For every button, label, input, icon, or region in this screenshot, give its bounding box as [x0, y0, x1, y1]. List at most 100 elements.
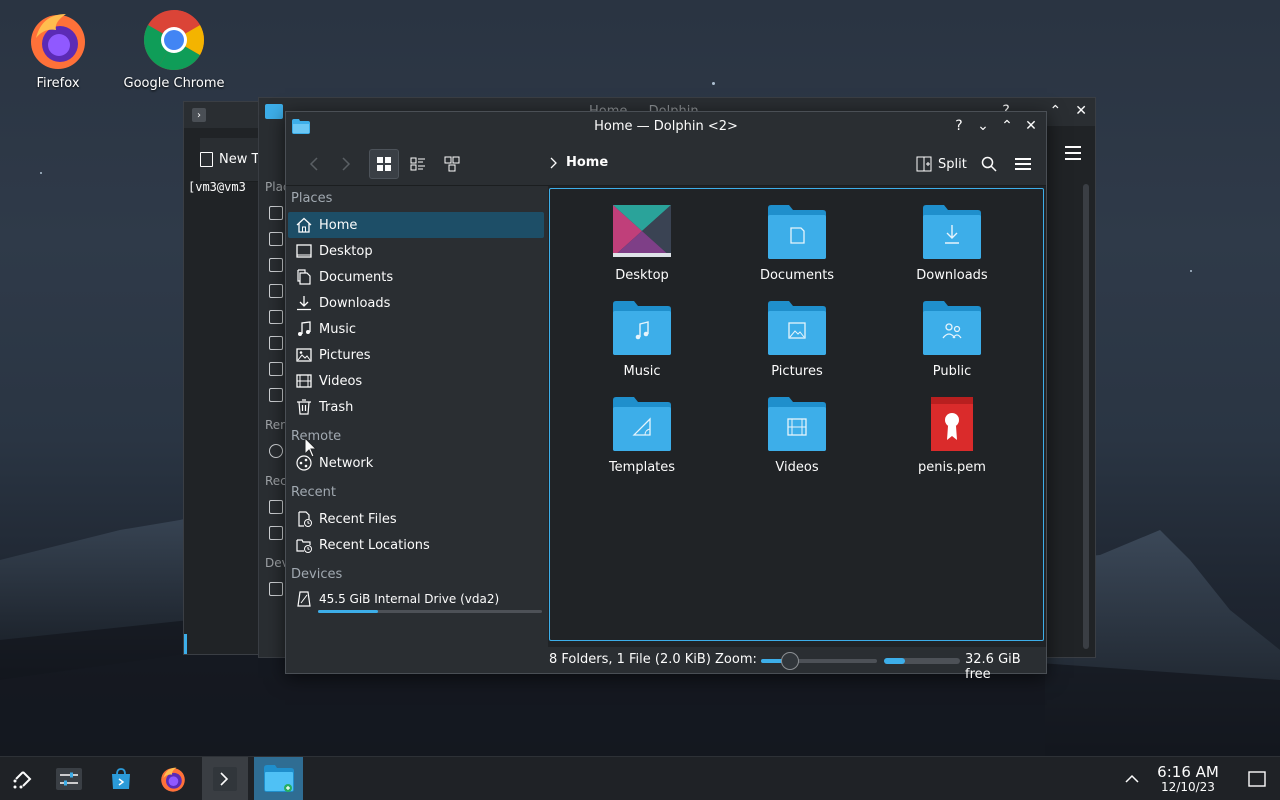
back-arrow-icon	[309, 157, 318, 171]
settings-icon	[56, 768, 82, 790]
details-view-button[interactable]	[437, 149, 467, 179]
place-recent-files[interactable]: Recent Files	[286, 506, 548, 532]
file-item-downloads[interactable]: Downloads	[882, 204, 1022, 283]
desktop-icon-firefox[interactable]: Firefox	[3, 8, 113, 91]
file-item-public[interactable]: Public	[882, 300, 1022, 379]
system-tray-expand-button[interactable]	[1110, 757, 1154, 800]
place-home[interactable]: Home	[288, 212, 544, 238]
file-item-pictures[interactable]: Pictures	[727, 300, 867, 379]
place-label: Desktop	[319, 243, 373, 259]
file-name: Videos	[775, 460, 819, 475]
desktop-icon-chrome[interactable]: Google Chrome	[119, 8, 229, 91]
file-name: penis.pem	[918, 460, 986, 475]
breadcrumb-home[interactable]: Home	[566, 155, 608, 170]
maximize-button[interactable]: ⌃	[1000, 117, 1014, 135]
dolphin-taskbar-button[interactable]	[254, 757, 303, 800]
trash-icon	[297, 399, 311, 415]
file-view[interactable]: Desktop Documents Downloads Music Pictur	[548, 186, 1046, 647]
bg-dolphin-icon	[265, 104, 283, 119]
forward-button[interactable]	[330, 149, 360, 179]
menu-button[interactable]	[1008, 149, 1038, 179]
file-name: Desktop	[615, 268, 669, 283]
network-icon	[269, 444, 283, 458]
system-settings-button[interactable]	[46, 757, 92, 800]
help-button[interactable]: ?	[952, 117, 966, 135]
folder-videos-icon	[767, 396, 827, 452]
firefox-taskbar-button[interactable]	[150, 757, 196, 800]
compact-view-button[interactable]	[403, 149, 433, 179]
pictures-icon	[269, 336, 283, 350]
free-space-fill	[884, 658, 906, 664]
search-button[interactable]	[974, 149, 1004, 179]
split-label: Split	[938, 156, 967, 172]
hamburger-menu-icon[interactable]	[1065, 146, 1081, 164]
file-item-music[interactable]: Music	[572, 300, 712, 379]
scrollbar[interactable]	[1083, 184, 1089, 649]
details-view-icon	[444, 156, 460, 172]
place-videos[interactable]: Videos	[286, 368, 548, 394]
discover-icon	[112, 768, 130, 789]
place-label: Music	[319, 321, 356, 337]
taskbar: 6:16 AM 12/10/23	[0, 756, 1280, 800]
back-button[interactable]	[300, 149, 330, 179]
folder-documents-icon	[767, 204, 827, 260]
file-item-desktop[interactable]: Desktop	[572, 204, 712, 283]
discover-button[interactable]	[98, 757, 144, 800]
place-label: Home	[319, 217, 358, 233]
place-label: 45.5 GiB Internal Drive (vda2)	[319, 592, 500, 606]
app-launcher-button[interactable]	[0, 757, 46, 800]
forward-arrow-icon	[342, 157, 351, 171]
downloads-icon	[297, 296, 311, 311]
place-downloads[interactable]: Downloads	[286, 290, 548, 316]
place-label: Documents	[319, 269, 394, 285]
star	[1190, 270, 1192, 272]
icons-view-button[interactable]	[369, 149, 399, 179]
close-button[interactable]: ✕	[1024, 117, 1038, 135]
place-documents[interactable]: Documents	[286, 264, 548, 290]
place-recent-locations[interactable]: Recent Locations	[286, 532, 548, 558]
minimize-button[interactable]: ⌄	[976, 117, 990, 135]
file-item-templates[interactable]: Templates	[572, 396, 712, 475]
drive-icon	[269, 582, 283, 596]
dolphin-window[interactable]: Home — Dolphin <2> ? ⌄ ⌃ ✕ Home Split Pl…	[285, 111, 1047, 682]
free-space-bar	[884, 658, 960, 664]
bg-dolphin-sidebar: Plac Rem Rec Dev	[259, 126, 292, 657]
split-button[interactable]: Split	[912, 151, 971, 177]
place-network[interactable]: Network	[286, 450, 548, 476]
folder-public-icon	[922, 300, 982, 356]
folder-templates-icon	[612, 396, 672, 452]
digital-clock[interactable]: 6:16 AM 12/10/23	[1150, 763, 1226, 794]
place-desktop[interactable]: Desktop	[286, 238, 548, 264]
file-item-documents[interactable]: Documents	[727, 204, 867, 283]
place-trash[interactable]: Trash	[286, 394, 548, 420]
compact-view-icon	[410, 157, 425, 171]
breadcrumb[interactable]: Home	[550, 155, 608, 170]
window-titlebar[interactable]: Home — Dolphin <2> ? ⌄ ⌃ ✕	[286, 112, 1046, 142]
downloads-icon	[269, 284, 283, 298]
place-pictures[interactable]: Pictures	[286, 342, 548, 368]
place-music[interactable]: Music	[286, 316, 548, 342]
status-info: 8 Folders, 1 File (2.0 KiB)	[549, 652, 711, 667]
show-desktop-button[interactable]	[1234, 757, 1280, 800]
file-item-penis-pem[interactable]: penis.pem	[882, 396, 1022, 475]
zoom-slider-handle[interactable]	[781, 652, 799, 670]
home-icon	[269, 206, 283, 220]
split-view-icon	[916, 156, 932, 172]
free-space-text: 32.6 GiB free	[965, 652, 1021, 682]
place-internal-drive[interactable]: 45.5 GiB Internal Drive (vda2)	[286, 588, 548, 610]
zoom-slider[interactable]	[761, 652, 877, 670]
file-item-videos[interactable]: Videos	[727, 396, 867, 475]
chevron-up-icon	[1125, 774, 1139, 783]
music-icon	[298, 321, 311, 336]
recent-files-icon	[269, 500, 283, 514]
close-icon[interactable]: ✕	[1075, 103, 1087, 119]
konsole-new-tab-button[interactable]: New T	[200, 138, 260, 182]
maximize-icon[interactable]: ⌃	[1050, 103, 1062, 119]
places-panel: Places Home Desktop Documents Downloads …	[286, 186, 548, 647]
pictures-icon	[296, 348, 312, 362]
desktop-folder-icon	[612, 204, 672, 260]
trash-icon	[269, 388, 283, 402]
place-label: Network	[319, 455, 374, 471]
file-name: Templates	[608, 460, 676, 475]
konsole-taskbar-button[interactable]	[202, 757, 248, 800]
